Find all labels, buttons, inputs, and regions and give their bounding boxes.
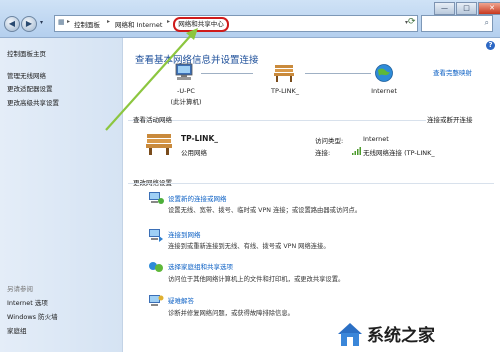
house-logo-icon — [338, 323, 362, 346]
annotation-arrow — [105, 28, 198, 131]
site-watermark: 系统之家 — [331, 318, 496, 350]
watermark-text: 系统之家 — [367, 326, 435, 346]
